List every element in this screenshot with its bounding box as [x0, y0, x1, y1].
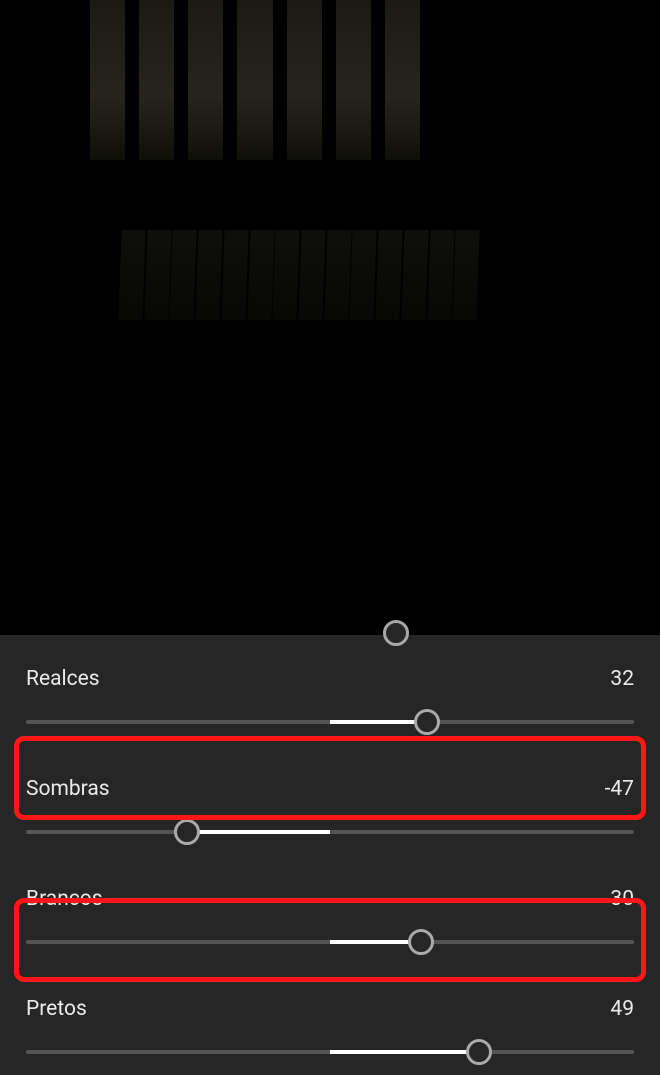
- slider-label-brancos: Brancos: [26, 887, 103, 911]
- slider-sombras[interactable]: [26, 819, 634, 845]
- slider-label-realces: Realces: [26, 667, 100, 691]
- slider-label-pretos: Pretos: [26, 997, 87, 1021]
- image-preview[interactable]: [0, 0, 660, 635]
- slider-label-sombras: Sombras: [26, 777, 110, 801]
- slider-row-realces: Realces 32: [0, 635, 660, 735]
- slider-brancos[interactable]: [26, 929, 634, 955]
- adjustment-panel: Realces 32 Sombras -47 Brancos 30: [0, 635, 660, 1075]
- slider-value-pretos: 49: [610, 997, 634, 1021]
- slider-value-brancos: 30: [610, 887, 634, 911]
- slider-pretos[interactable]: [26, 1039, 634, 1065]
- slider-value-realces: 32: [610, 667, 634, 691]
- slider-row-brancos: Brancos 30: [0, 855, 660, 955]
- slider-row-pretos: Pretos 49: [0, 965, 660, 1065]
- partial-slider-thumb[interactable]: [383, 620, 409, 646]
- preview-piano: [120, 230, 480, 320]
- preview-window-bars: [90, 0, 420, 160]
- slider-value-sombras: -47: [605, 777, 634, 801]
- slider-row-sombras: Sombras -47: [0, 745, 660, 845]
- slider-realces[interactable]: [26, 709, 634, 735]
